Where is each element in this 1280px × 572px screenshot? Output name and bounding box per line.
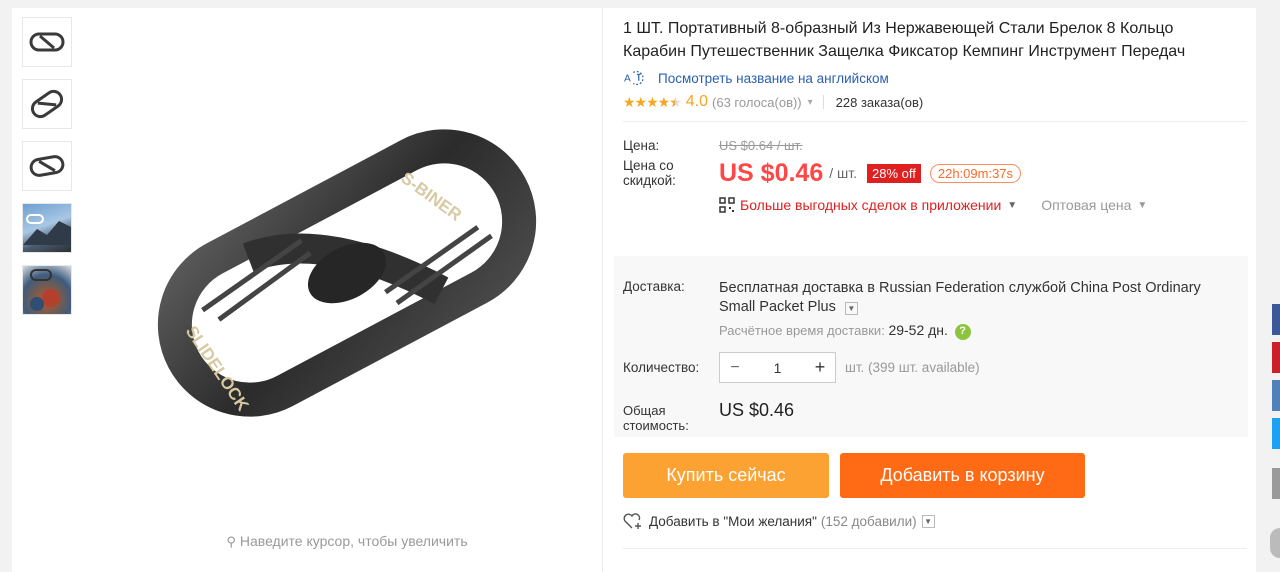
price-label: Цена: bbox=[623, 138, 660, 153]
shipping-text-prefix: Бесплатная доставка в bbox=[719, 280, 875, 296]
scroll-top-button[interactable] bbox=[1270, 528, 1280, 558]
help-icon[interactable]: ? bbox=[954, 323, 971, 340]
divider bbox=[623, 121, 1247, 122]
add-to-cart-button[interactable]: Добавить в корзину bbox=[840, 453, 1085, 498]
total-price: US $0.46 bbox=[719, 400, 795, 420]
quantity-label: Количество: bbox=[623, 360, 700, 375]
thumbnail-1[interactable] bbox=[22, 17, 72, 67]
discount-price-label: Цена со скидкой: bbox=[623, 158, 676, 188]
quantity-row: Количество: − 1 + шт. (399 шт. available… bbox=[623, 352, 1243, 383]
magnifier-icon: ⚲ bbox=[226, 534, 236, 549]
shipping-label: Доставка: bbox=[623, 279, 685, 294]
chevron-down-icon[interactable]: ▼ bbox=[921, 515, 935, 528]
eta-value: 29-52 дн. bbox=[888, 322, 948, 338]
main-product-image[interactable]: S-BINER SLIDELOCK ⚲ Наведите курсор, чтоб… bbox=[92, 8, 602, 572]
separator bbox=[822, 95, 824, 109]
pinterest-share-icon[interactable] bbox=[1272, 342, 1280, 373]
available-count: шт. (399 шт. available) bbox=[845, 360, 980, 375]
twitter-share-icon[interactable] bbox=[1272, 418, 1280, 449]
thumbnail-5[interactable] bbox=[22, 265, 72, 315]
rating-value: 4.0 bbox=[685, 93, 709, 110]
product-info: 1 ШТ. Портативный 8-образный Из Нержавею… bbox=[614, 8, 1248, 549]
original-price-row: Цена: US $0.64 / шт. bbox=[623, 138, 1247, 153]
wishlist-count: (152 добавили) bbox=[820, 514, 917, 529]
thumbnail-2[interactable] bbox=[22, 79, 72, 129]
discount-badge: 28% off bbox=[867, 163, 921, 183]
thumbnail-4[interactable] bbox=[22, 203, 72, 253]
svg-text:A: A bbox=[624, 74, 631, 85]
countdown-timer: 22h:09m:37s bbox=[929, 163, 1022, 183]
image-text-biner: S-BINER bbox=[397, 168, 465, 224]
translate-link[interactable]: A Посмотреть название на английском bbox=[623, 69, 1247, 87]
thumbnail-list bbox=[22, 17, 74, 327]
quantity-minus-button[interactable]: − bbox=[720, 353, 750, 382]
quantity-input[interactable]: 1 bbox=[750, 353, 805, 382]
votes-count[interactable]: (63 голоса(ов)) bbox=[712, 95, 802, 110]
chevron-down-icon[interactable]: ▼ bbox=[1007, 200, 1017, 211]
app-deals-row: Больше выгодных сделок в приложении ▼ Оп… bbox=[719, 197, 1247, 213]
chevron-down-icon[interactable]: ▼ bbox=[1137, 200, 1147, 211]
zoom-hint: ⚲ Наведите курсор, чтобы увеличить bbox=[92, 533, 602, 550]
discount-price: US $0.46 bbox=[719, 158, 824, 187]
chevron-down-icon[interactable]: ▾ bbox=[808, 97, 813, 108]
thumbnail-3[interactable] bbox=[22, 141, 72, 191]
more-share-icon[interactable] bbox=[1272, 468, 1280, 499]
heart-plus-icon bbox=[623, 513, 643, 530]
divider bbox=[623, 548, 1247, 549]
quantity-plus-button[interactable]: + bbox=[805, 353, 835, 382]
star-rating-icon: ★★★★★★ bbox=[623, 93, 682, 110]
carabiner-image: S-BINER SLIDELOCK bbox=[157, 129, 537, 417]
zoom-hint-text: Наведите курсор, чтобы увеличить bbox=[239, 533, 468, 549]
rating-row: ★★★★★★ 4.0 (63 голоса(ов)) ▾ 228 заказа(… bbox=[623, 93, 1247, 111]
wholesale-price-link[interactable]: Оптовая цена bbox=[1041, 197, 1131, 213]
total-label: Общая стоимость: bbox=[623, 403, 689, 433]
wishlist-row[interactable]: Добавить в "Мои желания" (152 добавили) … bbox=[623, 513, 935, 530]
facebook-share-icon[interactable] bbox=[1272, 304, 1280, 335]
product-page: S-BINER SLIDELOCK ⚲ Наведите курсор, чтоб… bbox=[12, 8, 1256, 572]
app-deals-link[interactable]: Больше выгодных сделок в приложении bbox=[740, 197, 1001, 213]
total-row: Общая стоимость: US $0.46 bbox=[623, 400, 1243, 433]
delivery-eta: Расчётное время доставки: 29-52 дн. ? bbox=[719, 321, 1229, 340]
translate-label: Посмотреть название на английском bbox=[658, 70, 889, 86]
orders-count: 228 заказа(ов) bbox=[835, 94, 924, 110]
per-unit: / шт. bbox=[829, 165, 858, 181]
shipping-row: Доставка: Бесплатная доставка в Russian … bbox=[623, 279, 1243, 340]
chevron-down-icon[interactable]: ▼ bbox=[844, 302, 858, 315]
wishlist-label[interactable]: Добавить в "Мои желания" bbox=[649, 514, 817, 529]
divider bbox=[602, 8, 603, 572]
discount-price-row: Цена со скидкой: US $0.46 / шт. 28% off … bbox=[623, 158, 1247, 188]
original-price: US $0.64 / шт. bbox=[719, 138, 803, 153]
translate-icon: A bbox=[623, 69, 649, 87]
vk-share-icon[interactable] bbox=[1272, 380, 1280, 411]
eta-label: Расчётное время доставки: bbox=[719, 323, 885, 338]
product-title: 1 ШТ. Портативный 8-образный Из Нержавею… bbox=[623, 20, 1186, 60]
shipping-section: Доставка: Бесплатная доставка в Russian … bbox=[614, 256, 1248, 437]
qr-code-icon bbox=[719, 197, 735, 213]
quantity-stepper: − 1 + bbox=[719, 352, 836, 383]
buy-now-button[interactable]: Купить сейчас bbox=[623, 453, 829, 498]
